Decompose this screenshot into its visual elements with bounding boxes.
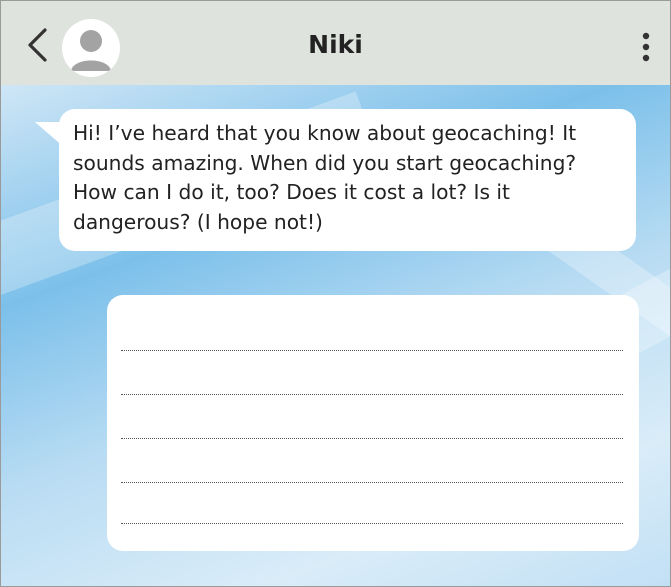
reply-writing-line xyxy=(121,350,623,351)
incoming-message-text: Hi! I’ve heard that you know about geoca… xyxy=(73,121,577,234)
reply-writing-line xyxy=(121,394,623,395)
reply-writing-line xyxy=(121,523,623,524)
chat-screen: Niki Hi! I’ve heard that you know about … xyxy=(0,0,671,587)
more-vertical-icon[interactable] xyxy=(635,29,657,65)
chat-header: Niki xyxy=(1,1,670,85)
reply-writing-line xyxy=(121,482,623,483)
reply-writing-line xyxy=(121,438,623,439)
contact-name: Niki xyxy=(308,30,363,59)
incoming-message-bubble: Hi! I’ve heard that you know about geoca… xyxy=(59,109,636,251)
reply-writing-box[interactable] xyxy=(107,295,639,551)
chat-background: Hi! I’ve heard that you know about geoca… xyxy=(1,85,670,586)
